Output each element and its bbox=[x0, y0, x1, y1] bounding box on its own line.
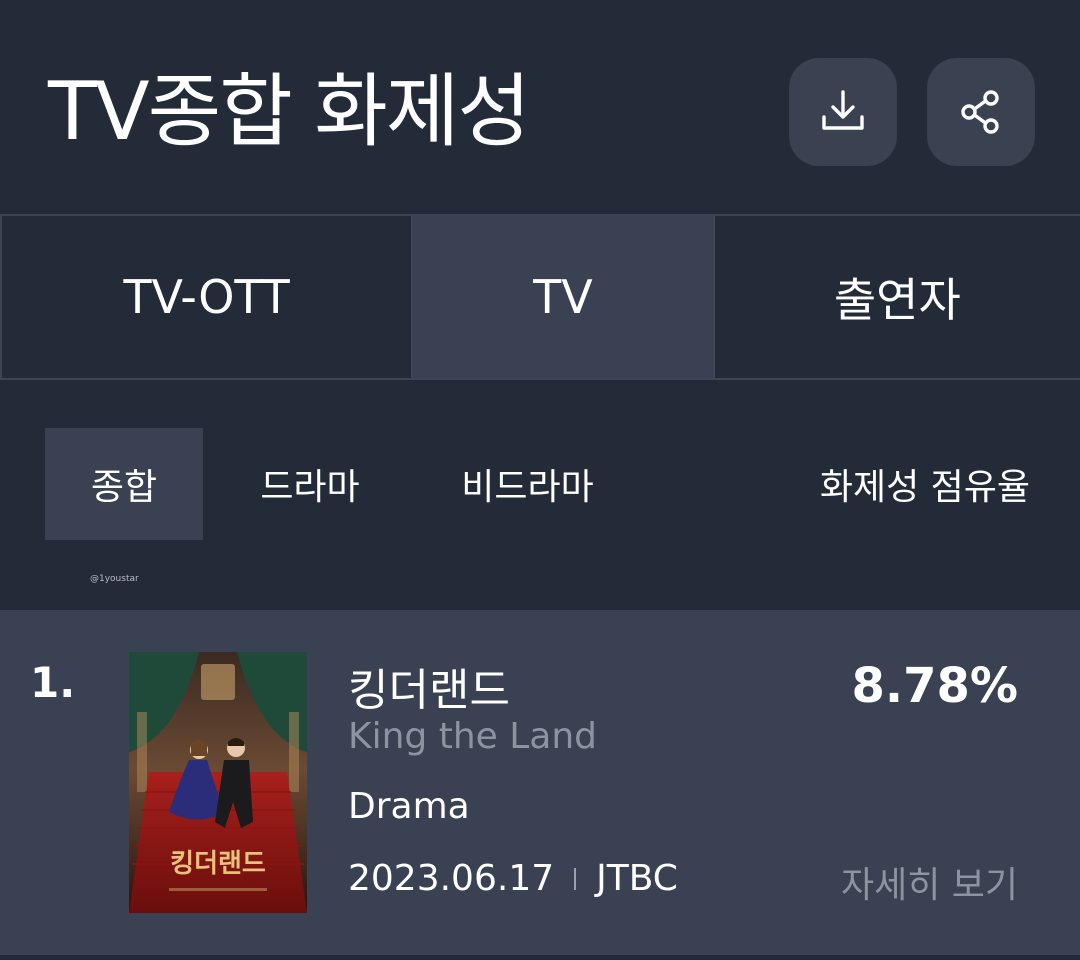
download-icon bbox=[822, 90, 864, 130]
tab-cast[interactable]: 출연자 bbox=[712, 216, 1080, 378]
main-tabs: TV-OTT TV 출연자 bbox=[0, 214, 1080, 380]
view-details-link[interactable]: 자세히 보기 bbox=[841, 856, 1018, 908]
show-genre: Drama bbox=[348, 786, 470, 827]
show-subtitle: King the Land bbox=[348, 716, 598, 757]
show-title[interactable]: 킹더랜드 bbox=[348, 654, 510, 718]
subtab-non-drama[interactable]: 비드라마 bbox=[445, 428, 610, 540]
sub-tabs: 종합 드라마 비드라마 화제성 점유율 bbox=[0, 428, 1080, 540]
air-date: 2023.06.17 bbox=[348, 858, 555, 899]
ranking-card[interactable]: 1. 킹더랜드 킹더랜드 King the Land Drama 2023.06… bbox=[0, 610, 1080, 955]
share-icon bbox=[961, 90, 999, 134]
tab-tv[interactable]: TV bbox=[413, 216, 713, 378]
download-button[interactable] bbox=[789, 58, 897, 166]
page-title: TV종합 화제성 bbox=[48, 65, 531, 158]
watermark: @1youstar bbox=[90, 574, 139, 584]
poster-image: 킹더랜드 bbox=[129, 652, 307, 913]
network: JTBC bbox=[596, 858, 678, 899]
subtab-overall[interactable]: 종합 bbox=[45, 428, 203, 540]
subtab-share[interactable]: 화제성 점유율 bbox=[810, 428, 1030, 540]
poster-title: 킹더랜드 bbox=[170, 849, 266, 879]
meta-divider bbox=[574, 867, 577, 890]
show-meta: 2023.06.17 JTBC bbox=[348, 858, 678, 899]
subtab-drama[interactable]: 드라마 bbox=[240, 428, 380, 540]
buzz-score: 8.78% bbox=[851, 658, 1018, 714]
show-poster[interactable]: 킹더랜드 bbox=[129, 652, 307, 913]
share-button[interactable] bbox=[927, 58, 1035, 166]
rank-number: 1. bbox=[30, 658, 76, 707]
header: TV종합 화제성 bbox=[0, 0, 1080, 212]
tab-tv-ott[interactable]: TV-OTT bbox=[2, 216, 414, 378]
